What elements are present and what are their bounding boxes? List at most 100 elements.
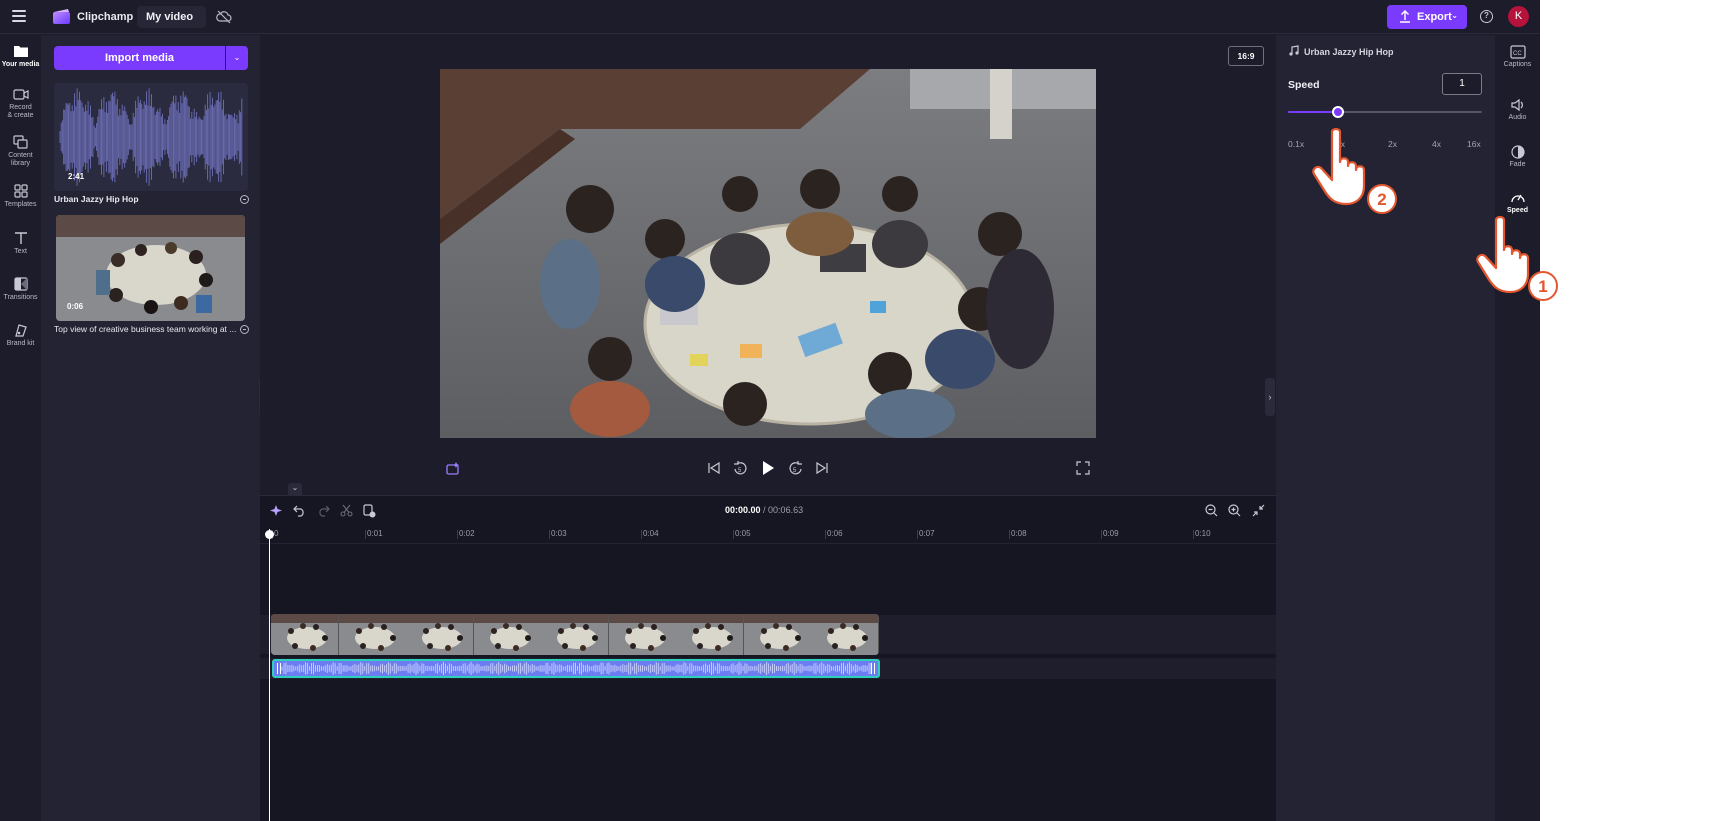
video-frame-image xyxy=(440,69,1096,438)
clip-frame-thumbnail xyxy=(811,614,878,655)
more-options-icon[interactable] xyxy=(240,195,249,204)
clip-frame-thumbnail xyxy=(271,614,338,655)
forward-5-seconds-icon[interactable]: 5 xyxy=(788,461,803,476)
trim-handle-left[interactable] xyxy=(277,663,281,674)
nav-item-content-library[interactable]: Content library xyxy=(0,135,41,168)
templates-icon xyxy=(13,184,28,198)
audio-clip[interactable] xyxy=(272,659,880,678)
media-panel: Import media ⌄ 2:41 Urban Jazzy Hip Hop … xyxy=(41,35,260,821)
zoom-out-icon[interactable] xyxy=(1205,504,1218,517)
video-media-card[interactable]: 0:06 xyxy=(56,215,245,321)
cloud-off-icon[interactable] xyxy=(216,10,232,24)
ruler-tick: 0:10 xyxy=(1193,529,1211,539)
export-button[interactable]: Export ⌄ xyxy=(1387,5,1467,29)
ruler-tick: 0 xyxy=(271,529,279,539)
nav-label: Text xyxy=(14,248,27,255)
tab-captions[interactable]: CC Captions xyxy=(1495,45,1540,68)
playhead-handle[interactable] xyxy=(265,530,274,539)
nav-item-brand-kit[interactable]: Brand kit xyxy=(0,323,41,348)
nav-item-your-media[interactable]: Your media xyxy=(0,44,41,69)
ruler-tick: 0:08 xyxy=(1009,529,1027,539)
play-icon[interactable] xyxy=(760,459,776,477)
nav-item-transitions[interactable]: Transitions xyxy=(0,277,41,302)
ruler-tick: 0:07 xyxy=(917,529,935,539)
speed-slider-thumb[interactable] xyxy=(1332,106,1345,118)
avatar[interactable]: K xyxy=(1508,6,1529,27)
upload-icon xyxy=(1400,10,1410,23)
ruler-tick: 0:03 xyxy=(549,529,567,539)
clip-frame-thumbnail xyxy=(541,614,608,655)
zoom-in-icon[interactable] xyxy=(1228,504,1241,517)
nav-label: Brand kit xyxy=(6,340,35,347)
tab-label: Speed xyxy=(1506,207,1528,214)
nav-item-text[interactable]: Text xyxy=(0,231,41,256)
tab-fade[interactable]: Fade xyxy=(1495,145,1540,168)
project-title-field[interactable]: My video xyxy=(137,6,206,28)
current-time: 00:00.00 xyxy=(725,505,761,515)
camera-icon xyxy=(12,89,29,100)
nav-item-templates[interactable]: Templates xyxy=(0,184,41,209)
properties-panel: Urban Jazzy Hip Hop Speed 1 0.1x 1x 2x 4… xyxy=(1276,35,1495,821)
tab-label: Fade xyxy=(1509,161,1526,168)
text-icon xyxy=(14,232,27,244)
rewind-5-seconds-icon[interactable]: 5 xyxy=(733,461,748,476)
playhead[interactable] xyxy=(269,529,270,821)
audio-media-card[interactable]: 2:41 xyxy=(54,83,248,191)
transitions-icon xyxy=(13,277,28,291)
music-note-icon xyxy=(1289,45,1299,56)
help-icon[interactable]: ? xyxy=(1480,10,1493,23)
clip-frame-thumbnail xyxy=(676,614,743,655)
video-thumbnail-image xyxy=(56,215,245,321)
redo-icon[interactable] xyxy=(317,504,330,517)
timeline-ruler[interactable]: 0 0:01 0:02 0:03 0:04 0:05 0:06 0:07 0:0… xyxy=(260,526,1276,544)
nav-label: Record & create xyxy=(7,104,34,119)
ruler-tick: 0:01 xyxy=(365,529,383,539)
media-duration: 2:41 xyxy=(68,172,85,181)
fullscreen-icon[interactable] xyxy=(1076,461,1090,475)
library-icon xyxy=(12,135,28,149)
skip-to-start-icon[interactable] xyxy=(707,461,721,475)
collapse-timeline-chevron-icon[interactable]: ⌄ xyxy=(288,483,302,495)
step-badge: 1 xyxy=(1528,271,1558,301)
selected-clip-title: Urban Jazzy Hip Hop xyxy=(1304,47,1394,57)
import-media-button[interactable]: Import media xyxy=(54,46,225,70)
svg-text:5: 5 xyxy=(793,468,797,474)
trim-handle-right[interactable] xyxy=(871,663,875,674)
svg-text:CC: CC xyxy=(1513,51,1522,57)
split-scissors-icon[interactable] xyxy=(340,504,353,517)
more-options-icon[interactable] xyxy=(240,325,249,334)
speaker-icon xyxy=(1510,98,1523,112)
video-preview-frame[interactable] xyxy=(440,69,1096,438)
ruler-tick: 0:04 xyxy=(641,529,659,539)
hand-pointer-icon xyxy=(1312,127,1366,206)
media-title: Urban Jazzy Hip Hop xyxy=(54,194,139,204)
collapse-right-panel-icon[interactable]: › xyxy=(1265,378,1275,416)
video-clip[interactable] xyxy=(271,614,879,655)
brand-kit-icon xyxy=(14,324,27,337)
tab-speed[interactable]: Speed xyxy=(1495,191,1540,214)
undo-icon[interactable] xyxy=(293,504,306,517)
speed-mark: 16x xyxy=(1467,139,1481,149)
nav-label: Templates xyxy=(4,201,37,208)
hamburger-menu-icon[interactable] xyxy=(12,10,26,22)
speed-value-input[interactable]: 1 xyxy=(1442,73,1482,95)
ai-magic-icon[interactable] xyxy=(445,461,461,477)
total-duration: / 00:06.63 xyxy=(763,505,804,515)
nav-item-record-create[interactable]: Record & create xyxy=(0,88,41,120)
skip-to-end-icon[interactable] xyxy=(815,461,829,475)
import-options-chevron-icon[interactable]: ⌄ xyxy=(226,46,248,70)
tab-audio[interactable]: Audio xyxy=(1495,98,1540,121)
nav-label: Content library xyxy=(8,152,33,167)
chevron-down-icon: ⌄ xyxy=(1451,11,1458,20)
add-to-timeline-icon[interactable] xyxy=(363,504,376,518)
speed-mark: 2x xyxy=(1388,139,1397,149)
magic-sparkle-icon[interactable] xyxy=(270,504,284,518)
aspect-ratio-button[interactable]: 16:9 xyxy=(1228,46,1264,66)
fit-to-screen-icon[interactable] xyxy=(1252,504,1265,517)
step-badge: 2 xyxy=(1367,184,1397,214)
timeline-toolbar: 00:00.00 / 00:06.63 xyxy=(260,496,1276,526)
clip-frame-thumbnail xyxy=(406,614,473,655)
fade-icon xyxy=(1510,145,1525,159)
ruler-tick: 0:09 xyxy=(1101,529,1119,539)
clip-frame-thumbnail xyxy=(473,614,541,655)
